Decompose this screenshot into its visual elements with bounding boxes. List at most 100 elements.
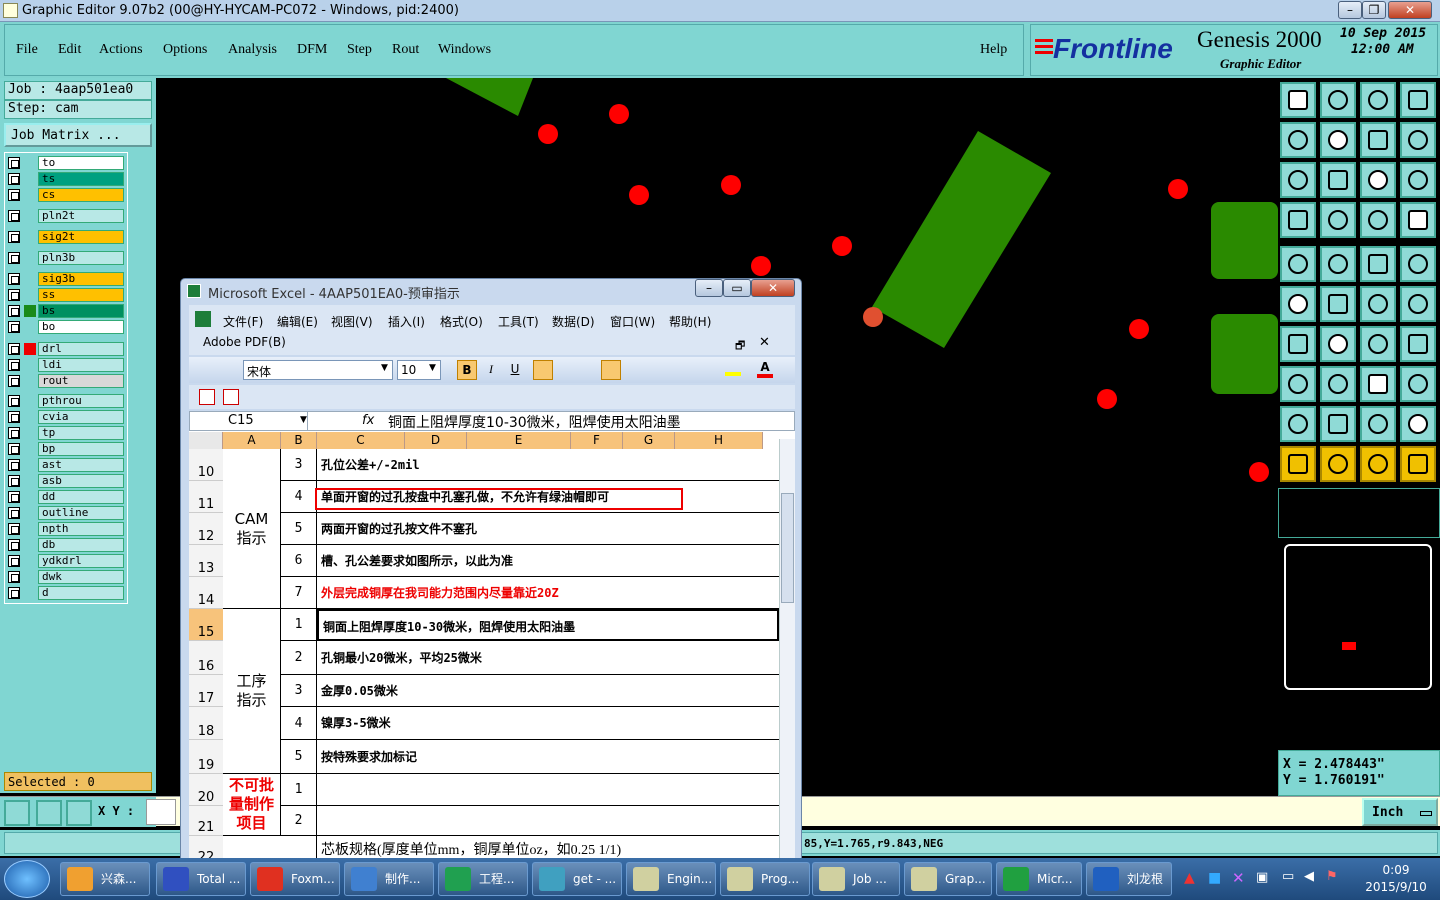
row-header[interactable]: 20 (189, 774, 223, 806)
layer-color-swatch[interactable] (24, 475, 36, 487)
layer-name[interactable]: ss (38, 288, 124, 302)
layer-color-swatch[interactable] (24, 252, 36, 264)
layer-color-swatch[interactable] (24, 210, 36, 222)
layer-row[interactable]: cs (8, 188, 124, 202)
layer-color-swatch[interactable] (24, 157, 36, 169)
minimize-button[interactable]: – (1338, 1, 1362, 19)
group-process[interactable]: 工序 指示 (223, 609, 281, 774)
select-net-icon[interactable] (1360, 446, 1396, 482)
group-nobatch[interactable]: 不可批 量制作 项目 (223, 774, 281, 836)
layer-name[interactable]: cvia (38, 410, 124, 424)
instruction-cell[interactable]: 金厚0.05微米 (317, 675, 779, 707)
instruction-cell[interactable] (317, 774, 779, 806)
layer-checkbox[interactable] (8, 459, 20, 471)
zoom-center-icon[interactable] (1320, 162, 1356, 198)
row-header[interactable]: 14 (189, 577, 223, 609)
grid-snap-icon[interactable] (66, 800, 92, 826)
index-cell[interactable]: 7 (281, 577, 317, 609)
index-cell[interactable]: 1 (281, 774, 317, 806)
layer-name[interactable]: ast (38, 458, 124, 472)
taskbar-item[interactable]: 刘龙根 (1086, 862, 1172, 896)
index-cell[interactable]: 2 (281, 641, 317, 675)
layer-checkbox[interactable] (8, 395, 20, 407)
layer-checkbox[interactable] (8, 491, 20, 503)
layer-name[interactable]: bo (38, 320, 124, 334)
menu-rout[interactable]: Rout (392, 42, 419, 58)
layer-row[interactable]: dwk (8, 570, 124, 584)
layer-color-swatch[interactable] (24, 343, 36, 355)
copy-icon[interactable] (1400, 286, 1436, 322)
layer-checkbox[interactable] (8, 210, 20, 222)
layer-name[interactable]: ydkdrl (38, 554, 124, 568)
clock-date[interactable]: 2015/9/10 (1356, 880, 1436, 894)
layer-checkbox[interactable] (8, 343, 20, 355)
layer-row[interactable]: dd (8, 490, 124, 504)
index-cell[interactable]: 3 (281, 449, 317, 481)
layer-checkbox[interactable] (8, 427, 20, 439)
taskbar-item[interactable]: Engin... (626, 862, 716, 896)
layer-name[interactable]: sig3b (38, 272, 124, 286)
taskbar-item[interactable]: Grap... (904, 862, 992, 896)
layer-row[interactable]: sig2t (8, 230, 124, 244)
layer-color-swatch[interactable] (24, 491, 36, 503)
layer-checkbox[interactable] (8, 359, 20, 371)
layer-row[interactable]: bp (8, 442, 124, 456)
measure-icon[interactable] (36, 800, 62, 826)
layer-row[interactable]: ldi (8, 358, 124, 372)
row-header[interactable]: 11 (189, 481, 223, 513)
close-button[interactable]: ✕ (1388, 1, 1432, 19)
zoom-ratio-icon[interactable] (1360, 162, 1396, 198)
xy-input[interactable] (146, 799, 176, 825)
index-cell[interactable]: 5 (281, 513, 317, 545)
select-icon[interactable] (1280, 446, 1316, 482)
index-cell[interactable]: 3 (281, 675, 317, 707)
tray-app-icon[interactable]: ▲ (1184, 870, 1195, 886)
edit-shape-icon[interactable] (1320, 246, 1356, 282)
instruction-cell[interactable]: 铜面上阻焊厚度10-30微米，阻焊使用太阳油墨 (317, 609, 779, 641)
taskbar-item[interactable]: 工程... (438, 862, 528, 896)
row-header[interactable]: 21 (189, 806, 223, 836)
row-header[interactable]: 16 (189, 641, 223, 675)
job-matrix-button[interactable]: Job Matrix ... (4, 123, 152, 147)
layer-name[interactable]: db (38, 538, 124, 552)
layer-row[interactable]: drl (8, 342, 124, 356)
layer-checkbox[interactable] (8, 375, 20, 387)
overview-map[interactable] (1284, 544, 1432, 690)
layer-name[interactable]: d (38, 586, 124, 600)
layer-name[interactable]: drl (38, 342, 124, 356)
maximize-button[interactable]: ❐ (1362, 1, 1386, 19)
zoom-fit-icon[interactable] (4, 800, 30, 826)
index-cell[interactable]: 4 (281, 481, 317, 513)
layer-name[interactable]: bs (38, 304, 124, 318)
layer-name[interactable]: dd (38, 490, 124, 504)
layer-row[interactable]: sig3b (8, 272, 124, 286)
layer-checkbox[interactable] (8, 475, 20, 487)
draw-icon[interactable] (1320, 326, 1356, 362)
instruction-cell[interactable] (317, 806, 779, 836)
row-header[interactable]: 17 (189, 675, 223, 707)
taskbar-item[interactable]: Total ... (156, 862, 246, 896)
index-cell[interactable]: 1 (281, 609, 317, 641)
layer-color-swatch[interactable] (24, 523, 36, 535)
menu-windows[interactable]: Windows (438, 42, 491, 58)
instruction-cell[interactable]: 两面开窗的过孔按文件不塞孔 (317, 513, 779, 545)
group-cam[interactable]: CAM 指示 (223, 449, 281, 609)
layer-color-swatch[interactable] (24, 411, 36, 423)
layer-checkbox[interactable] (8, 289, 20, 301)
swap-icon[interactable] (1360, 122, 1396, 158)
home-icon[interactable] (1360, 82, 1396, 118)
layer-name[interactable]: outline (38, 506, 124, 520)
layer-row[interactable]: ydkdrl (8, 554, 124, 568)
snap-icon[interactable] (1280, 246, 1316, 282)
layer-name[interactable]: npth (38, 522, 124, 536)
layer-color-swatch[interactable] (24, 459, 36, 471)
resize-icon[interactable] (1280, 366, 1316, 402)
row-header[interactable]: 18 (189, 707, 223, 740)
instruction-cell[interactable]: 镍厚3-5微米 (317, 707, 779, 740)
tray-monitor-icon[interactable]: ▭ (1282, 869, 1294, 884)
layer-color-swatch[interactable] (24, 305, 36, 317)
menu-analysis[interactable]: Analysis (228, 42, 277, 58)
symbol-icon[interactable] (1400, 122, 1436, 158)
layer-checkbox[interactable] (8, 411, 20, 423)
taskbar-item[interactable]: get - ... (532, 862, 622, 896)
